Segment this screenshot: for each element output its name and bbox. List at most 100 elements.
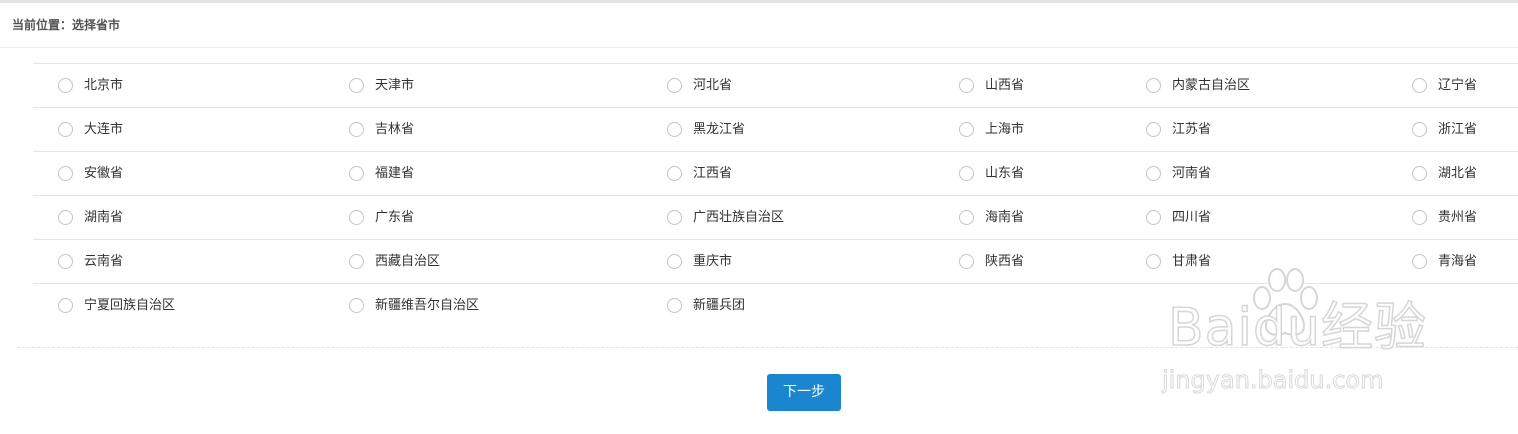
radio-button[interactable] — [58, 254, 73, 269]
radio-button[interactable] — [667, 210, 682, 225]
province-label: 江西省 — [693, 165, 733, 181]
province-option[interactable]: 海南省 — [959, 196, 1024, 239]
province-row: 北京市 天津市 河北省 山西省 内蒙古自治区 辽宁省 — [33, 63, 1518, 107]
province-option[interactable]: 河北省 — [667, 64, 732, 107]
province-option[interactable]: 上海市 — [959, 108, 1024, 151]
province-label: 天津市 — [375, 77, 415, 93]
breadcrumb-divider — [0, 47, 1518, 48]
province-option[interactable]: 湖南省 — [58, 196, 123, 239]
province-label: 黑龙江省 — [693, 121, 746, 137]
province-option[interactable]: 重庆市 — [667, 240, 732, 283]
province-label: 湖北省 — [1438, 165, 1478, 181]
top-border — [0, 0, 1518, 3]
province-option[interactable]: 陕西省 — [959, 240, 1024, 283]
province-option[interactable]: 北京市 — [58, 64, 123, 107]
province-label: 海南省 — [985, 209, 1025, 225]
province-option[interactable]: 西藏自治区 — [349, 240, 440, 283]
watermark-url: jingyan.baidu.com — [1161, 366, 1384, 395]
province-label: 陕西省 — [985, 253, 1025, 269]
radio-button[interactable] — [959, 78, 974, 93]
province-label: 北京市 — [84, 77, 124, 93]
radio-button[interactable] — [1412, 254, 1427, 269]
radio-button[interactable] — [1146, 254, 1161, 269]
radio-button[interactable] — [959, 254, 974, 269]
radio-button[interactable] — [1412, 78, 1427, 93]
province-option[interactable]: 山西省 — [959, 64, 1024, 107]
province-label: 河北省 — [693, 77, 733, 93]
province-label: 山西省 — [985, 77, 1025, 93]
radio-button[interactable] — [349, 166, 364, 181]
province-option[interactable]: 河南省 — [1146, 152, 1211, 195]
province-label: 广东省 — [375, 209, 415, 225]
radio-button[interactable] — [1146, 78, 1161, 93]
province-option[interactable]: 江苏省 — [1146, 108, 1211, 151]
radio-button[interactable] — [349, 210, 364, 225]
province-label: 湖南省 — [84, 209, 124, 225]
province-option[interactable]: 安徽省 — [58, 152, 123, 195]
radio-button[interactable] — [959, 210, 974, 225]
radio-button[interactable] — [959, 122, 974, 137]
province-option[interactable]: 天津市 — [349, 64, 414, 107]
province-label: 上海市 — [985, 121, 1025, 137]
radio-button[interactable] — [1412, 210, 1427, 225]
province-option[interactable]: 吉林省 — [349, 108, 414, 151]
radio-button[interactable] — [1146, 122, 1161, 137]
province-option[interactable]: 新疆兵团 — [667, 284, 745, 327]
province-label: 内蒙古自治区 — [1172, 77, 1251, 93]
radio-button[interactable] — [667, 254, 682, 269]
radio-button[interactable] — [1412, 122, 1427, 137]
province-label: 新疆维吾尔自治区 — [375, 297, 480, 313]
province-option[interactable]: 福建省 — [349, 152, 414, 195]
province-label: 福建省 — [375, 165, 415, 181]
radio-button[interactable] — [1412, 166, 1427, 181]
radio-button[interactable] — [349, 78, 364, 93]
radio-button[interactable] — [58, 298, 73, 313]
province-row: 大连市 吉林省 黑龙江省 上海市 江苏省 浙江省 — [33, 107, 1518, 151]
province-option[interactable]: 四川省 — [1146, 196, 1211, 239]
province-label: 辽宁省 — [1438, 77, 1478, 93]
radio-button[interactable] — [667, 298, 682, 313]
province-option[interactable]: 新疆维吾尔自治区 — [349, 284, 479, 327]
radio-button[interactable] — [349, 254, 364, 269]
province-option[interactable]: 云南省 — [58, 240, 123, 283]
radio-button[interactable] — [667, 122, 682, 137]
province-option[interactable]: 贵州省 — [1412, 196, 1477, 239]
province-option[interactable]: 广西壮族自治区 — [667, 196, 784, 239]
province-label: 浙江省 — [1438, 121, 1478, 137]
province-label: 新疆兵团 — [693, 297, 746, 313]
province-option[interactable]: 山东省 — [959, 152, 1024, 195]
province-option[interactable]: 宁夏回族自治区 — [58, 284, 175, 327]
province-option[interactable]: 浙江省 — [1412, 108, 1477, 151]
radio-button[interactable] — [58, 210, 73, 225]
province-label: 云南省 — [84, 253, 124, 269]
province-row: 安徽省 福建省 江西省 山东省 河南省 湖北省 — [33, 151, 1518, 195]
province-label: 安徽省 — [84, 165, 124, 181]
province-option[interactable]: 辽宁省 — [1412, 64, 1477, 107]
province-label: 河南省 — [1172, 165, 1212, 181]
radio-button[interactable] — [1146, 210, 1161, 225]
province-label: 青海省 — [1438, 253, 1478, 269]
radio-button[interactable] — [959, 166, 974, 181]
province-option[interactable]: 江西省 — [667, 152, 732, 195]
province-label: 贵州省 — [1438, 209, 1478, 225]
radio-button[interactable] — [667, 166, 682, 181]
province-option[interactable]: 大连市 — [58, 108, 123, 151]
province-option[interactable]: 湖北省 — [1412, 152, 1477, 195]
radio-button[interactable] — [349, 122, 364, 137]
breadcrumb: 当前位置：选择省市 — [12, 18, 121, 32]
province-label: 江苏省 — [1172, 121, 1212, 137]
radio-button[interactable] — [58, 166, 73, 181]
radio-button[interactable] — [667, 78, 682, 93]
radio-button[interactable] — [58, 78, 73, 93]
province-option[interactable]: 内蒙古自治区 — [1146, 64, 1250, 107]
province-label: 宁夏回族自治区 — [84, 297, 176, 313]
province-label: 大连市 — [84, 121, 124, 137]
radio-button[interactable] — [1146, 166, 1161, 181]
province-option[interactable]: 黑龙江省 — [667, 108, 745, 151]
province-option[interactable]: 广东省 — [349, 196, 414, 239]
province-label: 西藏自治区 — [375, 253, 441, 269]
radio-button[interactable] — [58, 122, 73, 137]
next-step-button[interactable]: 下一步 — [767, 374, 841, 411]
province-label: 山东省 — [985, 165, 1025, 181]
radio-button[interactable] — [349, 298, 364, 313]
